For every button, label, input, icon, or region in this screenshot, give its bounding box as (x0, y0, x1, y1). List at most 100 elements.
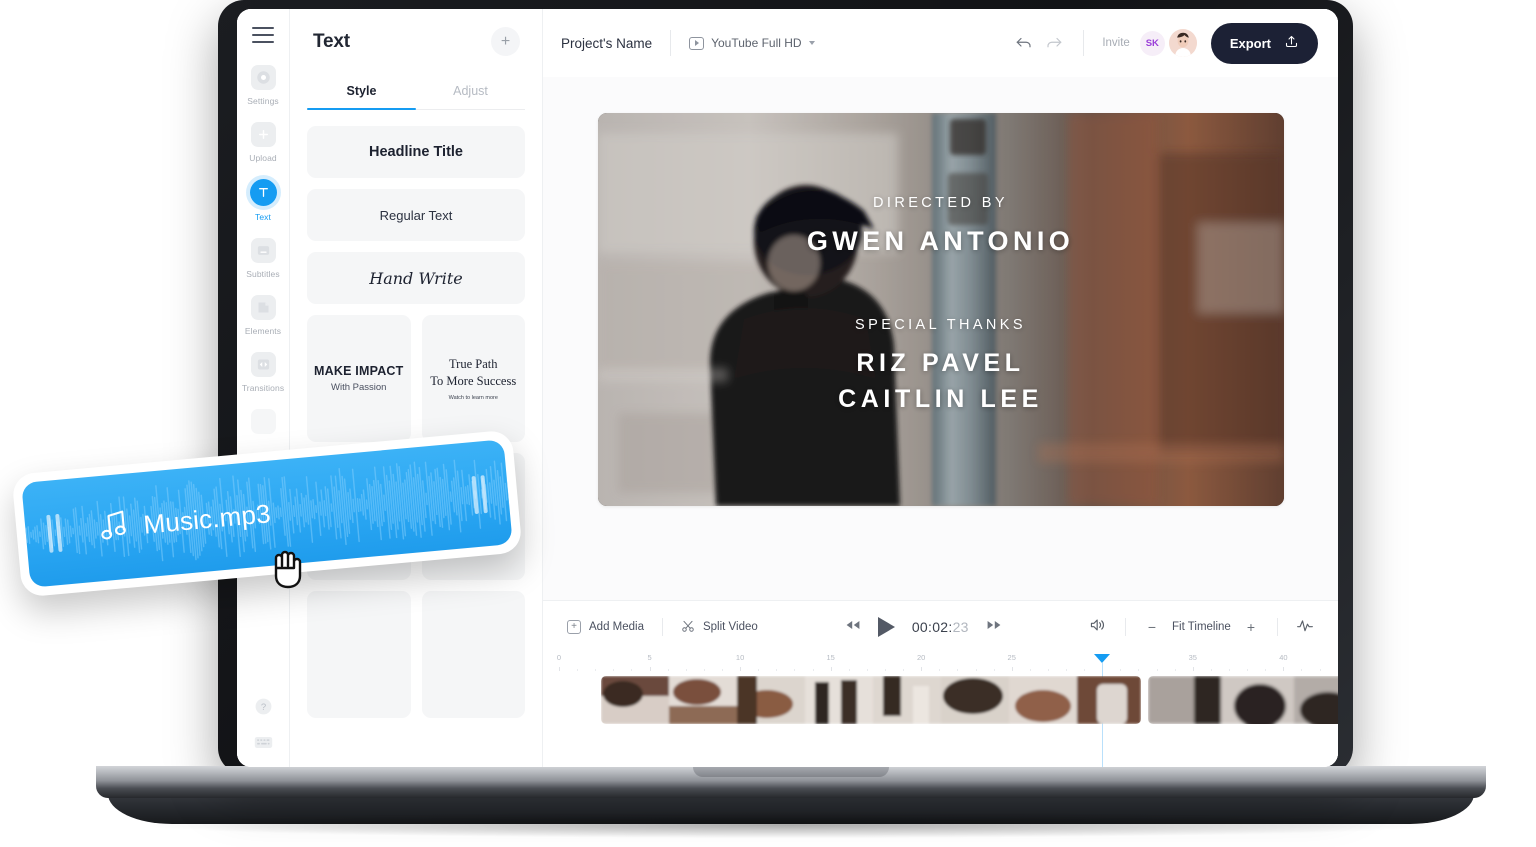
template-headline: True Path To More Success (430, 357, 517, 388)
divider (661, 618, 663, 636)
scissors-icon (681, 619, 695, 636)
video-preview[interactable]: DIRECTED BY GWEN ANTONIO SPECIAL THANKS … (597, 113, 1284, 506)
svg-text:?: ? (261, 702, 266, 713)
video-preset-icon (689, 36, 705, 50)
template-headline-title[interactable]: Headline Title (307, 126, 525, 178)
ruler-tick-label: 0 (556, 653, 562, 662)
sidebar-label-subtitles: Subtitles (246, 269, 280, 279)
export-button[interactable]: Export (1210, 22, 1318, 64)
timecode: 00:02:23 (912, 619, 969, 635)
collaborator-badge[interactable]: SK (1139, 30, 1165, 56)
template-sub: With Passion (331, 382, 387, 393)
panel-tabs: Style Adjust (307, 74, 525, 110)
sidebar-label-upload: Upload (249, 153, 277, 163)
playback-controls: 00:02:23 (845, 617, 1002, 637)
plus-square-icon (250, 122, 276, 147)
video-editor-app: Settings Upload Text Subtitles Elements … (237, 9, 1338, 767)
ruler-tick-label: 25 (1007, 653, 1016, 662)
template-blank-2[interactable] (307, 591, 411, 718)
music-note-icon (96, 508, 129, 548)
invite-button[interactable]: Invite (1102, 37, 1130, 49)
ruler-tick-label: 15 (826, 653, 835, 662)
sidebar-label-transitions: Transitions (241, 383, 285, 393)
audio-waveform-icon[interactable] (1296, 617, 1314, 638)
video-clip-1[interactable] (601, 676, 1141, 724)
sidebar-label-settings: Settings (247, 96, 279, 106)
redo-arrow-icon[interactable] (1039, 28, 1069, 58)
clip-thumbnails (1148, 676, 1338, 724)
text-t-icon (249, 179, 277, 206)
timecode-main: 00:02: (911, 619, 953, 635)
screenshot-root: Settings Upload Text Subtitles Elements … (0, 0, 1536, 847)
split-video-button[interactable]: Split Video (681, 619, 758, 636)
sidebar-item-more[interactable] (237, 409, 290, 434)
zoom-out-button[interactable]: − (1144, 619, 1160, 635)
template-blank-3[interactable] (421, 591, 525, 718)
chevron-down-icon (808, 41, 815, 45)
undo-arrow-icon[interactable] (1009, 28, 1039, 58)
tab-adjust[interactable]: Adjust (416, 74, 525, 109)
panel-header: Text + (290, 9, 542, 66)
timeline-ruler[interactable]: 05101520253540455060 (543, 653, 1338, 767)
settings-circle-icon (250, 65, 276, 90)
timeline-tracks: + (543, 671, 1338, 767)
laptop-screen: Settings Upload Text Subtitles Elements … (237, 9, 1338, 767)
template-true-path[interactable]: True Path To More Success Watch to learn … (421, 315, 525, 442)
split-video-label: Split Video (702, 621, 758, 633)
add-media-button[interactable]: + Add Media (567, 620, 644, 634)
rail-bottom-actions: ? (237, 697, 290, 755)
credits-line-4: RIZ PAVEL (856, 349, 1025, 377)
plus-icon: + (567, 620, 581, 634)
divider (1277, 618, 1279, 636)
laptop-shadow (150, 812, 1430, 838)
top-toolbar: Project's Name YouTube Full HD Invite SK… (543, 9, 1338, 77)
ruler-tick-label: 40 (1279, 653, 1288, 662)
keyboard-icon[interactable] (254, 735, 273, 755)
template-headline: MAKE IMPACT (314, 364, 404, 378)
clip-thumbnails (601, 676, 1141, 724)
playhead[interactable] (1094, 654, 1111, 663)
credits-line-1: DIRECTED BY (873, 195, 1008, 211)
preset-selector[interactable]: YouTube Full HD (689, 36, 815, 50)
sidebar-item-subtitles[interactable]: Subtitles (237, 238, 290, 279)
fast-forward-icon[interactable] (986, 618, 1002, 636)
sidebar-item-elements[interactable]: Elements (237, 295, 290, 336)
zoom-in-button[interactable]: + (1243, 619, 1259, 635)
timecode-frames: 23 (952, 619, 969, 635)
page-title: Text (313, 30, 350, 52)
fit-timeline-label[interactable]: Fit Timeline (1172, 621, 1231, 633)
credits-line-5: CAITLIN LEE (838, 385, 1043, 413)
template-regular-text[interactable]: Regular Text (307, 189, 525, 241)
sidebar-item-settings[interactable]: Settings (237, 65, 290, 106)
video-clip-2[interactable] (1148, 676, 1338, 724)
project-name[interactable]: Project's Name (561, 36, 652, 51)
upload-share-icon (1284, 34, 1299, 52)
sidebar-item-upload[interactable]: Upload (237, 122, 290, 163)
app-body: Settings Upload Text Subtitles Elements … (237, 9, 1338, 767)
ruler-tick-label: 35 (1188, 653, 1197, 662)
ruler-tick-label: 5 (647, 653, 652, 662)
sidebar-item-text[interactable]: Text (237, 179, 290, 222)
add-text-button[interactable]: + (491, 27, 520, 56)
sidebar-item-transitions[interactable]: Transitions (237, 352, 290, 393)
elements-note-icon (250, 295, 276, 320)
add-media-label: Add Media (589, 621, 644, 633)
export-label: Export (1229, 35, 1271, 51)
ruler-tick-label: 10 (735, 653, 745, 662)
timeline-toolbar: + Add Media Split Video 00:02:23 − Fit T… (543, 601, 1338, 653)
subtitles-icon (250, 238, 276, 263)
avatar[interactable] (1168, 29, 1197, 57)
rewind-icon[interactable] (845, 618, 861, 636)
video-credits-overlay: DIRECTED BY GWEN ANTONIO SPECIAL THANKS … (598, 113, 1284, 506)
template-hand-write[interactable]: Hand Write (307, 252, 525, 304)
speaker-volume-icon[interactable] (1089, 617, 1107, 638)
more-icon (250, 409, 276, 434)
play-icon[interactable] (877, 617, 895, 637)
question-help-icon[interactable]: ? (254, 697, 273, 721)
divider (1124, 618, 1126, 636)
hamburger-icon[interactable] (252, 27, 274, 43)
timeline: + Add Media Split Video 00:02:23 − Fit T… (543, 600, 1338, 767)
text-panel: Text + Style Adjust Headline Title Regul… (290, 9, 543, 767)
template-make-impact[interactable]: MAKE IMPACT With Passion (307, 315, 411, 442)
tab-style[interactable]: Style (307, 74, 416, 110)
